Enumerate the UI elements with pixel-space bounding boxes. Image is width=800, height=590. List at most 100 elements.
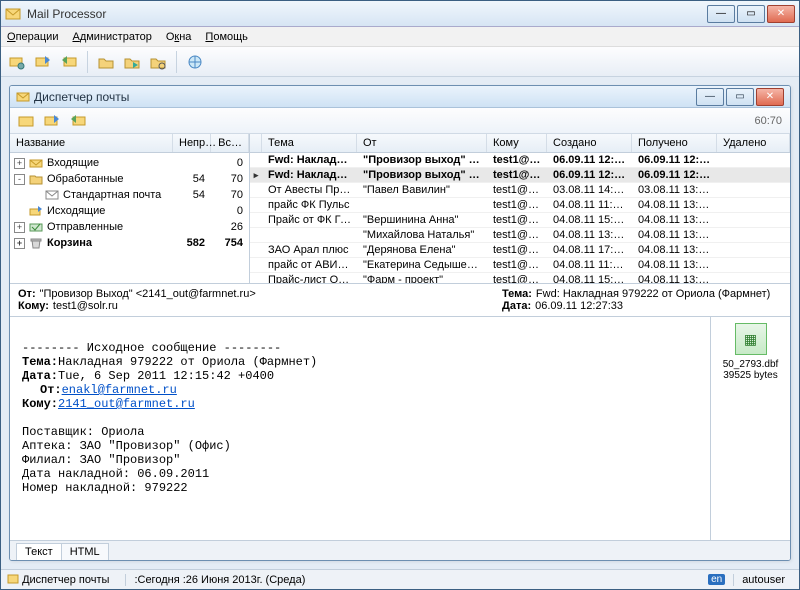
mail-icon <box>16 90 30 104</box>
tree-label: Входящие <box>47 157 173 169</box>
col-from[interactable]: От <box>357 134 487 152</box>
tab-html[interactable]: HTML <box>61 543 109 560</box>
col-indicator[interactable] <box>250 134 262 152</box>
tree-row[interactable]: +Отправленные26 <box>10 219 249 235</box>
dt-mail-icon[interactable] <box>14 109 38 133</box>
folder-tree-panel: Название Непр… Вс… +Входящие0-Обработанн… <box>10 134 250 283</box>
menubar: ООперацииперации Администратор Окна Помо… <box>1 27 799 47</box>
dispatcher-titlebar: Диспетчер почты — ▭ ✕ <box>10 86 790 108</box>
expand-icon[interactable]: + <box>14 238 25 249</box>
window-title: Mail Processor <box>27 7 707 21</box>
grid-header: Тема От Кому Создано Получено Удалено <box>250 134 790 153</box>
to-value: test1@solr.ru <box>53 300 118 312</box>
expand-icon[interactable]: + <box>14 158 25 169</box>
tree-row[interactable]: Исходящие0 <box>10 203 249 219</box>
tree-label: Обработанные <box>47 173 173 185</box>
dt-receive-icon[interactable] <box>66 109 90 133</box>
tb-folder-play-icon[interactable] <box>120 50 144 74</box>
col-name[interactable]: Название <box>10 134 173 152</box>
main-toolbar <box>1 47 799 77</box>
tree-row[interactable]: +Входящие0 <box>10 155 249 171</box>
menu-help[interactable]: Помощь <box>205 31 248 43</box>
inner-maximize-button[interactable]: ▭ <box>726 88 754 106</box>
menu-operations[interactable]: ООперацииперации <box>7 31 58 43</box>
dt-send-icon[interactable] <box>40 109 64 133</box>
subject-value: Fwd: Накладная 979222 от Ориола (Фармнет… <box>536 288 770 300</box>
tb-mail-gear-icon[interactable] <box>5 50 29 74</box>
expand-icon[interactable] <box>30 190 41 201</box>
col-all[interactable]: Вс… <box>211 134 249 152</box>
tree-header: Название Непр… Вс… <box>10 134 249 153</box>
inner-close-button[interactable]: ✕ <box>756 88 784 106</box>
counter-label: 60:70 <box>754 115 786 127</box>
tree-row[interactable]: -Обработанные5470 <box>10 171 249 187</box>
folder-icon <box>28 173 44 185</box>
expand-icon[interactable]: - <box>14 174 25 185</box>
preview-pane: От: "Провизор Выход" <2141_out@farmnet.ru… <box>10 284 790 560</box>
lang-indicator[interactable]: en <box>708 574 725 585</box>
tree-row[interactable]: +Корзина582754 <box>10 235 249 251</box>
preview-tabs: Текст HTML <box>10 540 790 560</box>
col-created[interactable]: Создано <box>547 134 632 152</box>
date-label: Дата: <box>502 300 531 312</box>
tb-folder-open-icon[interactable] <box>94 50 118 74</box>
dispatcher-window: Диспетчер почты — ▭ ✕ 60:70 Название <box>9 85 791 561</box>
client-area: Диспетчер почты — ▭ ✕ 60:70 Название <box>1 77 799 569</box>
message-row[interactable]: Прайс-лист ООО Фарм Проект"Фарм - проект… <box>250 273 790 283</box>
from-link[interactable]: enakl@farmnet.ru <box>62 383 177 397</box>
window-maximize-button[interactable]: ▭ <box>737 5 765 23</box>
tb-mail-send-icon[interactable] <box>31 50 55 74</box>
window-close-button[interactable]: ✕ <box>767 5 795 23</box>
main-window: Mail Processor — ▭ ✕ ООперацииперации Ад… <box>0 0 800 590</box>
col-deleted[interactable]: Удалено <box>717 134 790 152</box>
from-value: "Провизор Выход" <2141_out@farmnet.ru> <box>40 288 256 300</box>
tree-body[interactable]: +Входящие0-Обработанные5470Стандартная п… <box>10 153 249 283</box>
preview-body[interactable]: -------- Исходное сообщение -------- Тем… <box>10 317 710 540</box>
tree-label: Стандартная почта <box>63 189 173 201</box>
tb-mail-receive-icon[interactable] <box>57 50 81 74</box>
tree-label: Отправленные <box>47 221 173 233</box>
status-date: :Сегодня :26 Июня 2013г. (Среда) <box>125 574 313 586</box>
window-minimize-button[interactable]: — <box>707 5 735 23</box>
tb-globe-icon[interactable] <box>183 50 207 74</box>
menu-windows[interactable]: Окна <box>166 31 192 43</box>
message-row[interactable]: Прайс от ФК Гранд Капитал"Вершинина Анна… <box>250 213 790 228</box>
message-row[interactable]: "Михайлова Наталья" test1@solr.ru04.08.1… <box>250 228 790 243</box>
date-value: 06.09.11 12:27:33 <box>535 300 623 312</box>
col-subject[interactable]: Тема <box>262 134 357 152</box>
trash-icon <box>28 237 44 249</box>
inbox-icon <box>28 157 44 169</box>
expand-icon[interactable]: + <box>14 222 25 233</box>
subject-label: Тема: <box>502 288 532 300</box>
grid-body[interactable]: Fwd: Накладная 978174"Провизор выход" <2… <box>250 153 790 283</box>
inner-minimize-button[interactable]: — <box>696 88 724 106</box>
attachment-panel: ▦ 50_2793.dbf 39525 bytes <box>710 317 790 540</box>
message-row[interactable]: ▸Fwd: Накладная 979222"Провизор выход" <… <box>250 168 790 183</box>
message-row[interactable]: прайс от АВИКОНА"Екатерина Седышева" tes… <box>250 258 790 273</box>
message-row[interactable]: Fwd: Накладная 978174"Провизор выход" <2… <box>250 153 790 168</box>
dispatcher-toolbar: 60:70 <box>10 108 790 134</box>
tree-row[interactable]: Стандартная почта5470 <box>10 187 249 203</box>
menu-administrator[interactable]: Администратор <box>72 31 151 43</box>
tb-folder-gear-icon[interactable] <box>146 50 170 74</box>
from-label: От: <box>18 288 36 300</box>
tree-label: Корзина <box>47 237 173 249</box>
col-received[interactable]: Получено <box>632 134 717 152</box>
col-unread[interactable]: Непр… <box>173 134 211 152</box>
attachment-file-icon[interactable]: ▦ <box>735 323 767 355</box>
tree-label: Исходящие <box>47 205 173 217</box>
status-user: autouser <box>733 574 793 586</box>
mail-icon <box>44 189 60 201</box>
outer-titlebar: Mail Processor — ▭ ✕ <box>1 1 799 27</box>
status-bar: Диспетчер почты :Сегодня :26 Июня 2013г.… <box>1 569 799 589</box>
attachment-name[interactable]: 50_2793.dbf <box>717 359 784 370</box>
message-row[interactable]: ЗАО Арал плюс"Дерянова Елена" test1@solr… <box>250 243 790 258</box>
message-grid-panel: Тема От Кому Создано Получено Удалено Fw… <box>250 134 790 283</box>
col-to[interactable]: Кому <box>487 134 547 152</box>
to-link[interactable]: 2141_out@farmnet.ru <box>58 397 195 411</box>
tab-text[interactable]: Текст <box>16 543 62 560</box>
expand-icon[interactable] <box>14 206 25 217</box>
message-row[interactable]: прайс ФК Пульсtest1@solr.ru04.08.11 11:3… <box>250 198 790 213</box>
row-indicator-icon: ▸ <box>254 170 259 181</box>
message-row[interactable]: От Авесты Прайс"Павел Вавилин" test1@sol… <box>250 183 790 198</box>
